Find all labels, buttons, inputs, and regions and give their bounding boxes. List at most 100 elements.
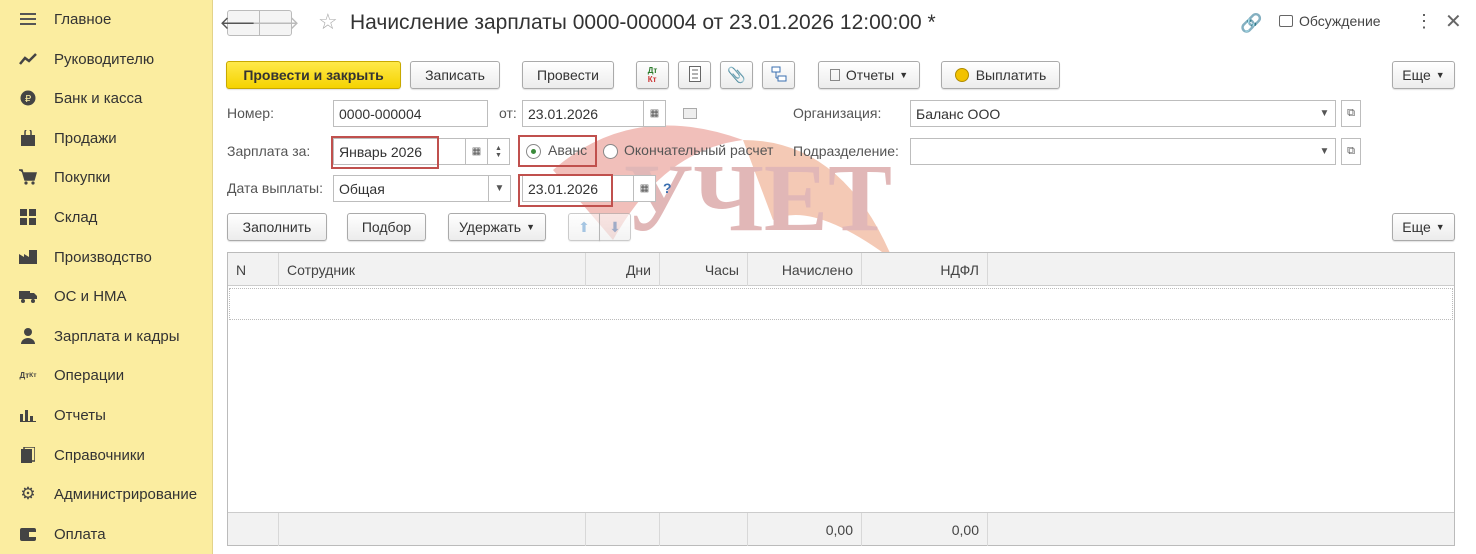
bag-icon: [18, 128, 38, 148]
structure-button[interactable]: [762, 61, 795, 89]
list-button[interactable]: [678, 61, 711, 89]
sidebar-item-sales[interactable]: Продажи: [0, 119, 213, 157]
comment-icon[interactable]: [683, 108, 697, 119]
chevron-down-icon: ▼: [494, 183, 505, 194]
page-title: Начисление зарплаты 0000-000004 от 23.01…: [350, 11, 936, 34]
chat-icon: [1279, 15, 1293, 27]
date-field[interactable]: 23.01.2026: [522, 100, 644, 127]
sidebar-item-salary[interactable]: Зарплата и кадры: [0, 317, 213, 355]
sidebar-item-label: Банк и касса: [54, 89, 143, 107]
pay-date-type-dropdown[interactable]: ▼: [489, 175, 511, 202]
sidebar: Главное Руководителю ₽ Банк и касса Прод…: [0, 0, 213, 554]
post-button[interactable]: Провести: [522, 61, 614, 89]
calendar-icon: ▦: [639, 183, 650, 194]
withhold-dropdown-button[interactable]: Удержать ▼: [448, 213, 546, 241]
move-down-button[interactable]: ⬇: [599, 213, 631, 241]
organization-dropdown[interactable]: ▼: [1314, 100, 1336, 127]
column-header-accrued[interactable]: Начислено: [748, 253, 862, 286]
link-icon[interactable]: 🔗: [1240, 13, 1262, 34]
sidebar-item-label: Справочники: [54, 446, 145, 464]
save-button[interactable]: Записать: [410, 61, 500, 89]
sidebar-item-assets[interactable]: ОС и НМА: [0, 277, 213, 315]
person-icon: [18, 326, 38, 346]
department-label: Подразделение:: [793, 143, 899, 159]
sidebar-item-admin[interactable]: ⚙ Администрирование: [0, 475, 213, 513]
select-button[interactable]: Подбор: [347, 213, 426, 241]
more-menu-icon[interactable]: ⋮: [1415, 11, 1433, 32]
coin-icon: [954, 68, 969, 82]
arrow-right-icon: 🡒: [251, 12, 300, 33]
sidebar-item-main[interactable]: Главное: [0, 0, 213, 38]
number-field[interactable]: 0000-000004: [333, 100, 488, 127]
accruals-table[interactable]: N Сотрудник Дни Часы Начислено НДФЛ 0,00…: [227, 252, 1455, 546]
department-open-button[interactable]: ⧉: [1341, 138, 1361, 165]
column-header-days[interactable]: Дни: [586, 253, 660, 286]
footer-cell: [586, 513, 660, 546]
document-list-icon: [688, 65, 701, 85]
pay-date-calendar-button[interactable]: ▦: [634, 175, 656, 202]
wallet-icon: [18, 524, 38, 544]
sidebar-item-manager[interactable]: Руководителю: [0, 40, 213, 78]
withhold-label: Удержать: [458, 219, 522, 235]
cart-icon: [18, 167, 38, 187]
close-icon[interactable]: ✕: [1445, 9, 1462, 34]
sidebar-item-production[interactable]: Производство: [0, 238, 213, 276]
chevron-down-icon: ▼: [1319, 146, 1330, 157]
sidebar-item-label: Производство: [54, 248, 152, 266]
period-spinner[interactable]: ▲ ▼: [488, 138, 510, 165]
department-dropdown[interactable]: ▼: [1314, 138, 1336, 165]
truck-icon: [18, 286, 38, 306]
fill-button[interactable]: Заполнить: [227, 213, 327, 241]
sidebar-item-label: Зарплата и кадры: [54, 327, 180, 345]
discussion-button[interactable]: Обсуждение: [1279, 13, 1381, 29]
more-button[interactable]: Еще ▼: [1392, 61, 1455, 89]
reports-dropdown-button[interactable]: Отчеты ▼: [818, 61, 920, 89]
sidebar-item-directories[interactable]: Справочники: [0, 436, 213, 474]
sidebar-item-purchases[interactable]: Покупки: [0, 158, 213, 196]
document-form: УЧЕТ БЕЗ ЗАБОТ 🡐 🡒 ☆ Начисление зарплаты…: [213, 0, 1476, 554]
post-and-close-button[interactable]: Провести и закрыть: [226, 61, 401, 89]
svg-text:УЧЕТ: УЧЕТ: [623, 144, 892, 251]
period-calendar-button[interactable]: ▦: [466, 138, 488, 165]
forward-button[interactable]: 🡒: [251, 10, 300, 36]
arrow-up-icon: ⬆: [578, 218, 590, 235]
dt-kt-button[interactable]: Дт Кт: [636, 61, 669, 89]
move-up-button[interactable]: ⬆: [568, 213, 600, 241]
column-header-ndfl[interactable]: НДФЛ: [862, 253, 988, 286]
sidebar-item-warehouse[interactable]: Склад: [0, 198, 213, 236]
hierarchy-icon: [771, 66, 787, 85]
table-row[interactable]: [229, 288, 1453, 320]
column-header-employee[interactable]: Сотрудник: [279, 253, 586, 286]
help-icon[interactable]: ?: [663, 180, 672, 196]
sidebar-item-label: Склад: [54, 208, 98, 226]
chevron-down-icon: ▼: [1435, 222, 1445, 232]
organization-field[interactable]: Баланс ООО: [910, 100, 1315, 127]
attach-button[interactable]: 📎: [720, 61, 753, 89]
pay-button[interactable]: Выплатить: [941, 61, 1060, 89]
open-window-icon: ⧉: [1347, 145, 1355, 157]
calendar-icon: ▦: [649, 108, 660, 119]
department-field[interactable]: [910, 138, 1315, 165]
more-label: Еще: [1402, 219, 1431, 235]
sidebar-item-bank[interactable]: ₽ Банк и касса: [0, 79, 213, 117]
organization-open-button[interactable]: ⧉: [1341, 100, 1361, 127]
sidebar-item-operations[interactable]: Дт Кт Операции: [0, 356, 213, 394]
sidebar-item-payment[interactable]: Оплата: [0, 515, 213, 553]
sidebar-item-reports[interactable]: Отчеты: [0, 396, 213, 434]
sidebar-item-label: Отчеты: [54, 406, 106, 424]
favorite-star-icon[interactable]: ☆: [318, 9, 338, 35]
total-ndfl: 0,00: [862, 513, 988, 546]
column-header-hours[interactable]: Часы: [660, 253, 748, 286]
highlight-advance: [518, 135, 597, 167]
final-payment-radio[interactable]: [603, 144, 618, 159]
pay-date-type-field[interactable]: Общая: [333, 175, 489, 202]
calendar-button[interactable]: ▦: [644, 100, 666, 127]
report-icon: [829, 69, 840, 81]
column-header-n[interactable]: N: [228, 253, 279, 286]
factory-icon: [18, 247, 38, 267]
footer-cell: [279, 513, 586, 546]
paperclip-icon: 📎: [727, 67, 746, 84]
arrow-down-icon: ⬇: [609, 218, 621, 235]
sidebar-item-label: Главное: [54, 10, 112, 28]
table-more-button[interactable]: Еще ▼: [1392, 213, 1455, 241]
